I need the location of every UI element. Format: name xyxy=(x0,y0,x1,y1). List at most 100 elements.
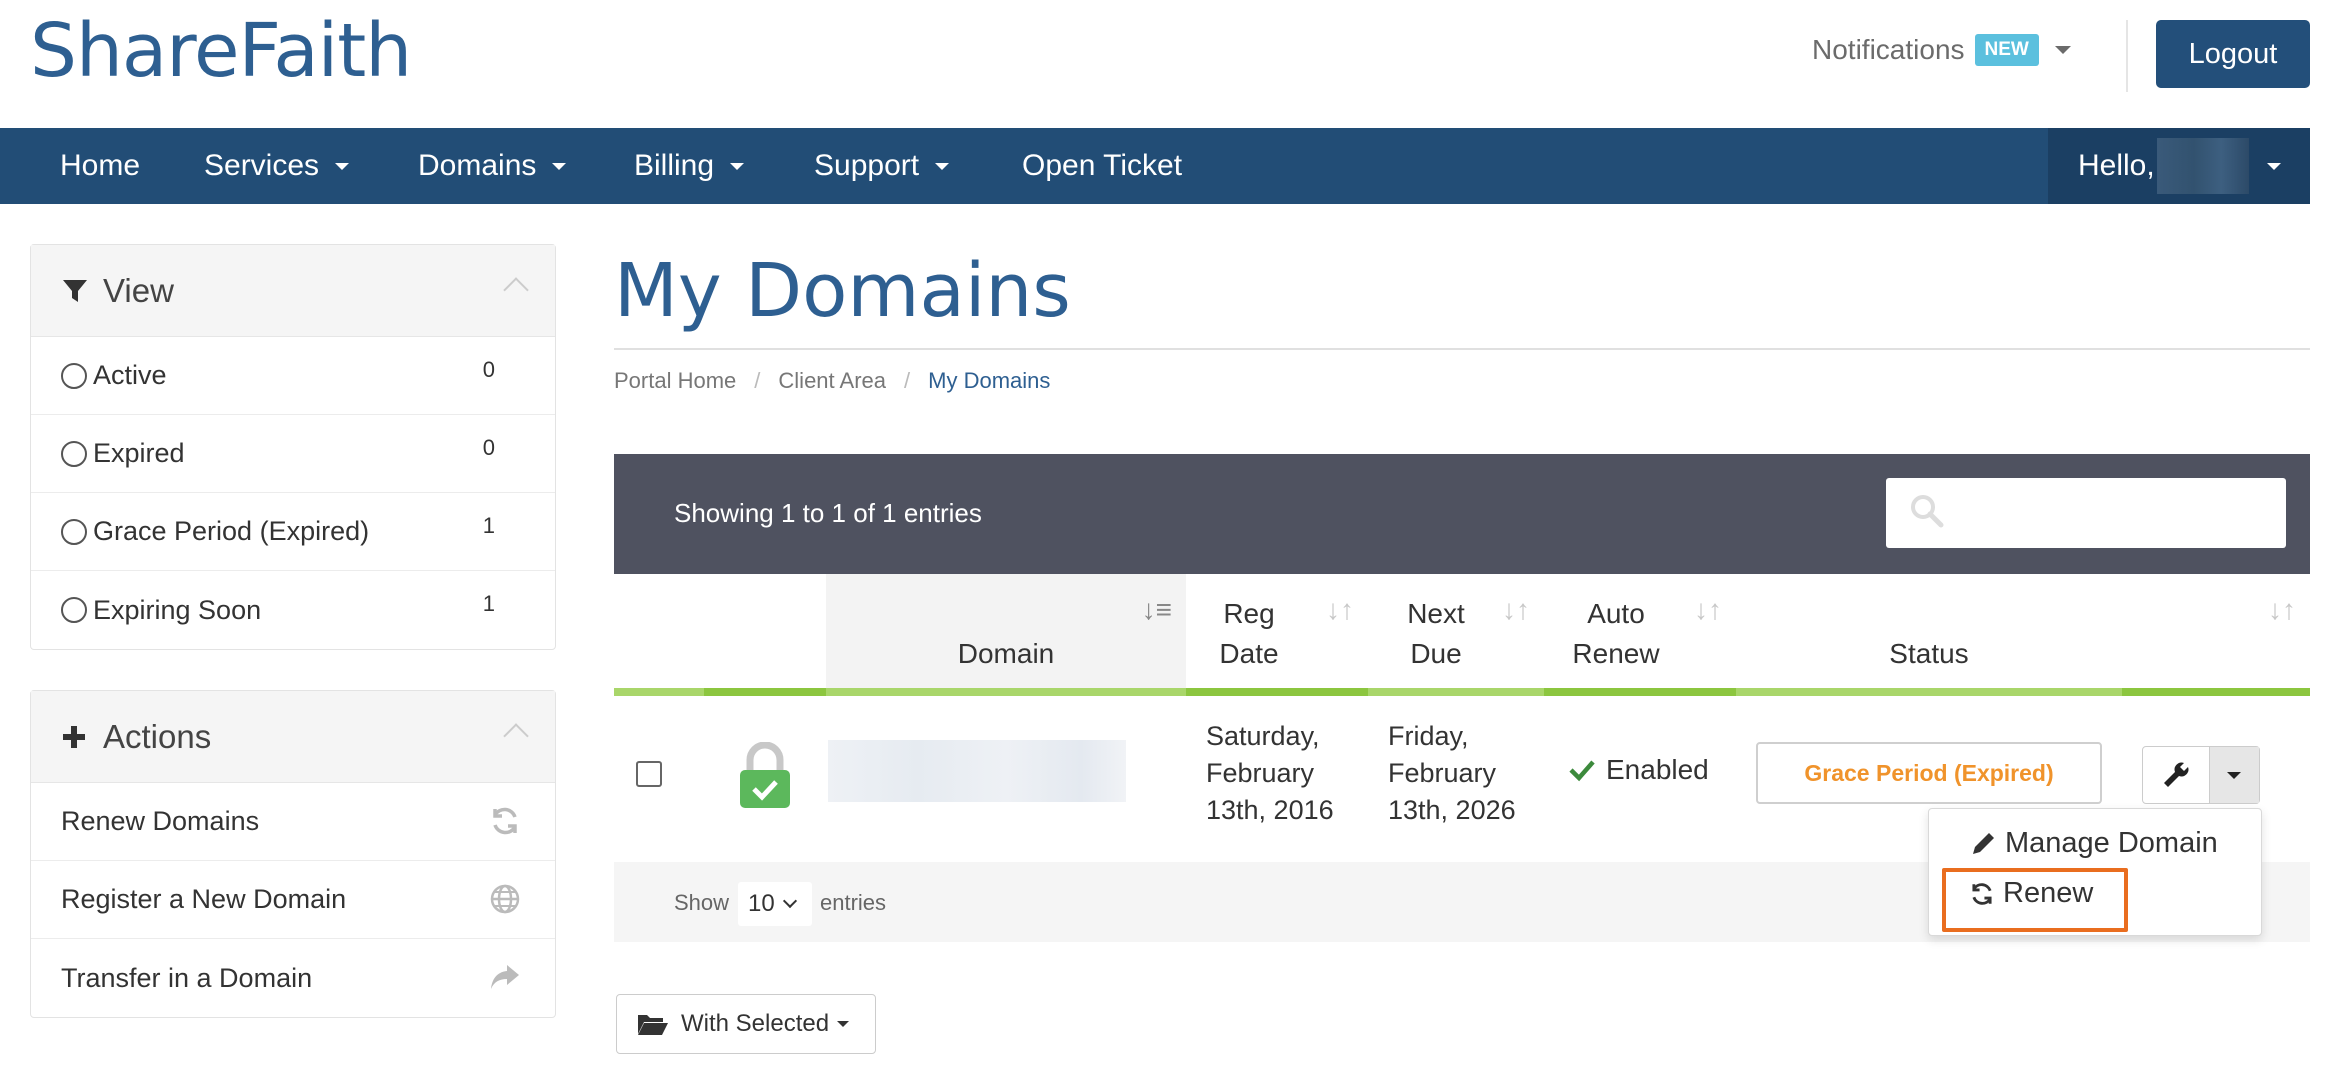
nav-support[interactable]: Support xyxy=(814,128,950,204)
renew-highlight-box xyxy=(1942,868,2128,932)
sort-asc-icon: ↓≡ xyxy=(1141,594,1172,625)
nav-services-label: Services xyxy=(204,149,320,182)
breadcrumb-separator: / xyxy=(754,368,761,393)
sort-icon: ↓↑ xyxy=(1502,594,1530,625)
top-header: ShareFaith Notifications NEW Logout xyxy=(0,0,2332,128)
header-underline xyxy=(1186,688,1368,696)
reg-date-line: Saturday, xyxy=(1206,721,1320,751)
header-underline xyxy=(1736,688,2122,696)
column-header-actions[interactable]: ↓↑ xyxy=(2122,574,2310,692)
page-size-select[interactable]: 10 xyxy=(738,882,812,926)
filter-expired[interactable]: Expired 0 xyxy=(31,415,555,493)
entries-label: entries xyxy=(820,890,887,915)
sort-icon: ↓↑ xyxy=(1694,594,1722,625)
status-badge: Grace Period (Expired) xyxy=(1756,742,2102,804)
plus-icon xyxy=(63,725,85,748)
column-header-status[interactable]: Status xyxy=(1736,574,2122,692)
view-panel-header[interactable]: View xyxy=(31,245,555,337)
filter-label: Expired xyxy=(93,438,185,468)
reg-date-cell: Saturday, February 13th, 2016 xyxy=(1206,718,1334,829)
row-checkbox[interactable] xyxy=(636,761,662,787)
filter-count: 0 xyxy=(482,435,495,460)
chevron-down-icon xyxy=(335,162,350,170)
next-due-line: February xyxy=(1388,758,1497,788)
sort-icon: ↓↑ xyxy=(2268,594,2296,625)
radio-icon[interactable] xyxy=(61,440,87,467)
breadcrumb-portal-home[interactable]: Portal Home xyxy=(614,368,736,394)
search-input[interactable] xyxy=(1886,478,2286,548)
share-icon xyxy=(491,965,519,989)
action-label: Register a New Domain xyxy=(61,884,347,914)
breadcrumb-client-area[interactable]: Client Area xyxy=(778,368,886,394)
radio-icon[interactable] xyxy=(61,597,87,623)
page-title: My Domains xyxy=(614,248,1071,334)
column-header-reg-date[interactable]: Reg Date ↓↑ xyxy=(1186,574,1368,692)
view-panel: View Active 0 Expired 0 Grace Period (Ex… xyxy=(30,244,556,650)
column-label: Reg xyxy=(1223,598,1275,629)
wrench-icon xyxy=(2163,762,2189,787)
header-underline xyxy=(614,688,704,696)
new-badge: NEW xyxy=(1974,34,2039,66)
with-selected-label: With Selected xyxy=(681,1010,830,1037)
action-register-domain[interactable]: Register a New Domain xyxy=(31,861,555,939)
column-header-domain[interactable]: Domain ↓≡ xyxy=(826,574,1186,692)
title-divider xyxy=(614,348,2310,350)
chevron-up-icon[interactable] xyxy=(503,723,529,749)
nav-billing-label: Billing xyxy=(634,149,715,182)
actions-dropdown-toggle[interactable] xyxy=(2209,747,2259,803)
auto-renew-cell: Enabled xyxy=(1568,754,1709,786)
nav-home-label: Home xyxy=(60,149,141,182)
hello-label: Hello, xyxy=(2078,149,2155,182)
nav-services[interactable]: Services xyxy=(204,128,350,204)
column-label: Date xyxy=(1219,638,1279,669)
menu-item-manage-domain[interactable]: Manage Domain xyxy=(1969,827,2218,860)
table-toolbar: Showing 1 to 1 of 1 entries xyxy=(614,454,2310,574)
reg-date-line: February xyxy=(1206,758,1315,788)
folder-open-icon xyxy=(638,1015,668,1035)
filter-grace-period[interactable]: Grace Period (Expired) 1 xyxy=(31,493,555,571)
filter-label: Grace Period (Expired) xyxy=(93,516,370,546)
logout-button[interactable]: Logout xyxy=(2156,20,2310,88)
notifications-menu[interactable]: Notifications NEW xyxy=(1812,34,2071,66)
chevron-up-icon[interactable] xyxy=(503,277,529,303)
breadcrumb-separator: / xyxy=(904,368,911,393)
globe-icon xyxy=(490,884,520,914)
filter-expiring-soon[interactable]: Expiring Soon 1 xyxy=(31,571,555,649)
check-icon xyxy=(1569,760,1595,782)
actions-panel-header[interactable]: Actions xyxy=(31,691,555,783)
nav-home[interactable]: Home xyxy=(60,128,140,204)
chevron-down-icon xyxy=(935,162,950,170)
filter-icon xyxy=(63,279,87,302)
chevron-down-icon xyxy=(730,162,745,170)
action-renew-domains[interactable]: Renew Domains xyxy=(31,783,555,861)
notifications-label: Notifications xyxy=(1812,34,1965,65)
logo[interactable]: ShareFaith xyxy=(30,8,412,94)
header-underline xyxy=(1544,688,1736,696)
filter-active[interactable]: Active 0 xyxy=(31,337,555,415)
header-underline xyxy=(826,688,1186,696)
radio-icon[interactable] xyxy=(61,518,87,545)
action-label: Transfer in a Domain xyxy=(61,962,313,993)
column-label: Status xyxy=(1889,638,1969,669)
chevron-down-icon xyxy=(2054,46,2071,54)
view-panel-title: View xyxy=(103,271,174,309)
nav-open-ticket-label: Open Ticket xyxy=(1022,149,1183,182)
with-selected-button[interactable]: With Selected xyxy=(616,994,876,1054)
radio-icon[interactable] xyxy=(61,362,87,389)
redacted-domain-name[interactable] xyxy=(828,740,1126,802)
column-label: Renew xyxy=(1572,638,1660,669)
manage-button[interactable] xyxy=(2143,747,2210,803)
user-menu[interactable]: Hello, xyxy=(2048,128,2310,204)
column-label: Due xyxy=(1410,638,1462,669)
filter-label: Active xyxy=(93,360,167,390)
column-header-next-due[interactable]: Next Due ↓↑ xyxy=(1368,574,1544,692)
nav-open-ticket[interactable]: Open Ticket xyxy=(1022,128,1182,204)
next-due-cell: Friday, February 13th, 2026 xyxy=(1388,718,1516,829)
row-actions-button-group xyxy=(2142,746,2260,804)
nav-billing[interactable]: Billing xyxy=(634,128,745,204)
column-header-auto-renew[interactable]: Auto Renew ↓↑ xyxy=(1544,574,1736,692)
nav-domains[interactable]: Domains xyxy=(418,128,567,204)
next-due-line: 13th, 2026 xyxy=(1388,795,1516,825)
action-transfer-domain[interactable]: Transfer in a Domain xyxy=(31,939,555,1017)
auto-renew-value: Enabled xyxy=(1606,754,1709,785)
